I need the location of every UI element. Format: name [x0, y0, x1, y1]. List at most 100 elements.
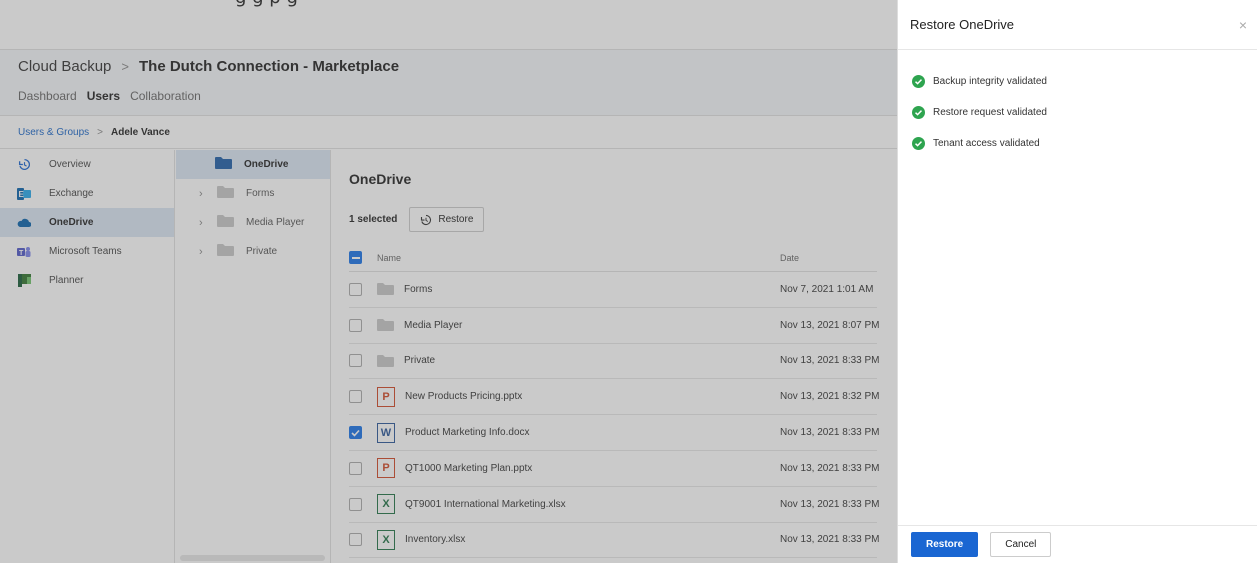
folder-icon — [377, 283, 394, 296]
restore-button[interactable]: Restore — [409, 207, 485, 232]
sidebar-item-label: Exchange — [49, 188, 94, 199]
tree-item-label: Forms — [246, 188, 275, 199]
body-area: Overview E Exchange OneDrive T Microsoft… — [0, 150, 897, 563]
restore-button-label: Restore — [438, 214, 474, 225]
action-bar: 1 selected Restore — [349, 207, 897, 232]
sidebar-item-teams[interactable]: T Microsoft Teams — [0, 237, 174, 266]
tab-users[interactable]: Users — [87, 89, 120, 103]
sidebar: Overview E Exchange OneDrive T Microsoft… — [0, 150, 175, 563]
folder-tree: OneDrive › Forms › Media Player › Privat… — [176, 150, 331, 563]
restore-panel: Restore OneDrive × Backup integrity vali… — [897, 0, 1257, 563]
breadcrumb: Users & Groups > Adele Vance — [0, 116, 897, 149]
word-file-icon: W — [377, 422, 395, 443]
panel-title: Restore OneDrive — [898, 0, 1257, 50]
file-name[interactable]: Forms — [404, 284, 432, 295]
validation-label: Restore request validated — [933, 106, 1047, 118]
tree-scrollbar[interactable] — [180, 555, 325, 561]
excel-file-icon: X — [377, 494, 395, 515]
powerpoint-file-icon: P — [377, 458, 395, 479]
file-date: Nov 13, 2021 8:33 PM — [780, 355, 880, 367]
chevron-right-icon[interactable]: › — [199, 217, 215, 229]
org-title: The Dutch Connection - Marketplace — [139, 58, 400, 75]
file-date: Nov 13, 2021 8:32 PM — [780, 391, 880, 403]
table-row[interactable]: Media Player Nov 13, 2021 8:07 PM — [349, 308, 880, 344]
file-name[interactable]: QT9001 International Marketing.xlsx — [405, 499, 566, 510]
file-name[interactable]: Product Marketing Info.docx — [405, 427, 530, 438]
breadcrumb-current: Adele Vance — [110, 126, 170, 138]
row-checkbox[interactable] — [349, 533, 362, 547]
table-header: Name Date — [349, 244, 877, 272]
row-checkbox[interactable] — [349, 461, 362, 475]
tree-item-onedrive[interactable]: OneDrive — [176, 150, 330, 179]
file-name[interactable]: Inventory.xlsx — [405, 534, 465, 545]
table-row[interactable]: P New Products Pricing.pptx Nov 13, 2021 8… — [349, 379, 880, 416]
validation-label: Tenant access validated — [933, 137, 1040, 149]
row-checkbox[interactable] — [349, 318, 362, 332]
column-header-date[interactable]: Date — [777, 253, 877, 263]
confirm-restore-button[interactable]: Restore — [911, 532, 979, 557]
folder-icon — [215, 157, 232, 172]
table-row[interactable]: Forms Nov 7, 2021 1:01 AM — [349, 272, 877, 308]
tab-collaboration[interactable]: Collaboration — [130, 89, 201, 103]
sidebar-item-label: Overview — [49, 159, 91, 170]
folder-icon — [217, 186, 234, 201]
file-date: Nov 13, 2021 8:33 PM — [780, 427, 880, 439]
tree-item-private[interactable]: › Private — [176, 237, 330, 266]
panel-footer: Restore Cancel — [898, 525, 1257, 563]
table-row[interactable]: W Product Marketing Info.docx Nov 13, 2021… — [349, 415, 880, 451]
selected-count: 1 selected — [349, 214, 398, 225]
content-title: OneDrive — [349, 171, 412, 187]
table-row[interactable]: X Inventory.xlsx Nov 13, 2021 8:33 PM — [349, 523, 880, 559]
cancel-button[interactable]: Cancel — [990, 532, 1052, 557]
file-date: Nov 13, 2021 8:07 PM — [780, 319, 880, 331]
table-row[interactable]: P QT1000 Marketing Plan.pptx Nov 13, 2021 … — [349, 451, 880, 487]
folder-icon — [217, 215, 234, 230]
history-icon — [17, 158, 31, 171]
tree-item-forms[interactable]: › Forms — [176, 179, 330, 208]
sidebar-item-planner[interactable]: Planner — [0, 266, 174, 295]
teams-icon: T — [17, 246, 31, 258]
file-name[interactable]: Media Player — [404, 320, 462, 331]
app-title[interactable]: Cloud Backup — [18, 58, 111, 75]
sidebar-item-label: Microsoft Teams — [49, 246, 122, 257]
app-topbar — [0, 7, 897, 50]
tree-item-label: Private — [246, 246, 278, 257]
sidebar-item-onedrive[interactable]: OneDrive — [0, 208, 174, 237]
check-circle-icon — [912, 74, 925, 88]
svg-text:E: E — [19, 190, 25, 199]
file-name[interactable]: QT1000 Marketing Plan.pptx — [405, 463, 532, 474]
sidebar-item-overview[interactable]: Overview — [0, 150, 174, 179]
validation-item: Backup integrity validated — [912, 73, 1257, 89]
row-checkbox[interactable] — [349, 497, 362, 511]
check-circle-icon — [912, 105, 925, 119]
chevron-right-icon[interactable]: › — [199, 246, 215, 258]
header-tabs: Dashboard Users Collaboration — [18, 89, 897, 103]
table-body: Forms Nov 7, 2021 1:01 AM Media Player Nov … — [349, 272, 880, 559]
onedrive-icon — [17, 217, 31, 229]
tree-item-media-player[interactable]: › Media Player — [176, 208, 330, 237]
title-row: Cloud Backup > The Dutch Connection - Ma… — [18, 58, 897, 75]
row-checkbox[interactable] — [349, 426, 362, 440]
sidebar-item-label: Planner — [49, 275, 84, 286]
sidebar-item-exchange[interactable]: E Exchange — [0, 179, 174, 208]
file-name[interactable]: Private — [404, 355, 435, 366]
folder-icon — [377, 319, 394, 332]
title-separator: > — [121, 59, 129, 74]
tab-dashboard[interactable]: Dashboard — [18, 89, 77, 103]
row-checkbox[interactable] — [349, 390, 362, 404]
table-row[interactable]: Private Nov 13, 2021 8:33 PM — [349, 344, 880, 380]
row-checkbox[interactable] — [349, 354, 362, 368]
column-header-name[interactable]: Name — [377, 253, 401, 263]
tree-item-label: Media Player — [246, 217, 305, 228]
file-date: Nov 7, 2021 1:01 AM — [780, 283, 874, 295]
sidebar-item-label: OneDrive — [49, 217, 94, 228]
folder-icon — [377, 354, 394, 367]
close-icon[interactable]: × — [1239, 17, 1247, 33]
breadcrumb-users-groups[interactable]: Users & Groups — [18, 127, 89, 138]
folder-icon — [217, 244, 234, 259]
chevron-right-icon[interactable]: › — [199, 188, 215, 200]
select-all-checkbox[interactable] — [349, 251, 362, 264]
row-checkbox[interactable] — [349, 282, 362, 296]
table-row[interactable]: X QT9001 International Marketing.xlsx Nov … — [349, 487, 880, 523]
file-name[interactable]: New Products Pricing.pptx — [405, 391, 522, 402]
